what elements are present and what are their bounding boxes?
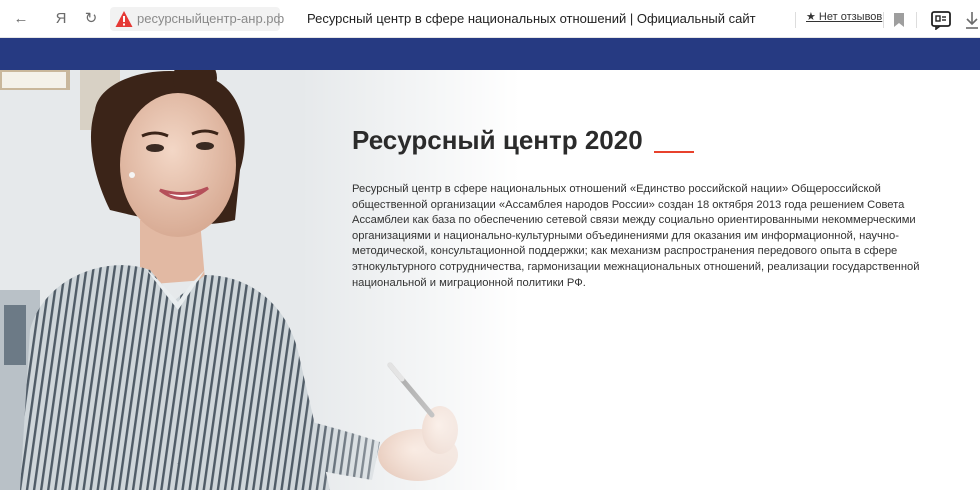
extension-icon[interactable] [930, 10, 952, 30]
reviews-button[interactable]: ★ Нет отзывов [806, 10, 882, 23]
title-accent-line [654, 151, 694, 153]
separator [916, 12, 917, 28]
address-bar[interactable]: ресурсныйцентр-анр.рф [110, 7, 284, 31]
hero-title: Ресурсный центр 2020 [352, 125, 643, 155]
site-header [0, 38, 980, 70]
warning-icon[interactable] [115, 10, 133, 28]
hero-section: Ресурсный центр 2020 Ресурсный центр в с… [0, 70, 980, 490]
download-icon[interactable] [964, 10, 980, 30]
url-text[interactable]: ресурсныйцентр-анр.рф [137, 11, 284, 26]
back-icon[interactable]: ← [10, 8, 32, 30]
reload-icon[interactable]: ↻ [80, 8, 102, 30]
page-title: Ресурсный центр в сфере национальных отн… [307, 11, 756, 26]
separator [795, 12, 796, 28]
hero-description: Ресурсный центр в сфере национальных отн… [352, 183, 920, 289]
separator [883, 12, 884, 28]
browser-toolbar: ← Я ↻ ресурсныйцентр-анр.рф Ресурсный це… [0, 0, 980, 38]
bookmark-icon[interactable] [893, 12, 905, 28]
yandex-logo-icon[interactable]: Я [50, 8, 72, 30]
